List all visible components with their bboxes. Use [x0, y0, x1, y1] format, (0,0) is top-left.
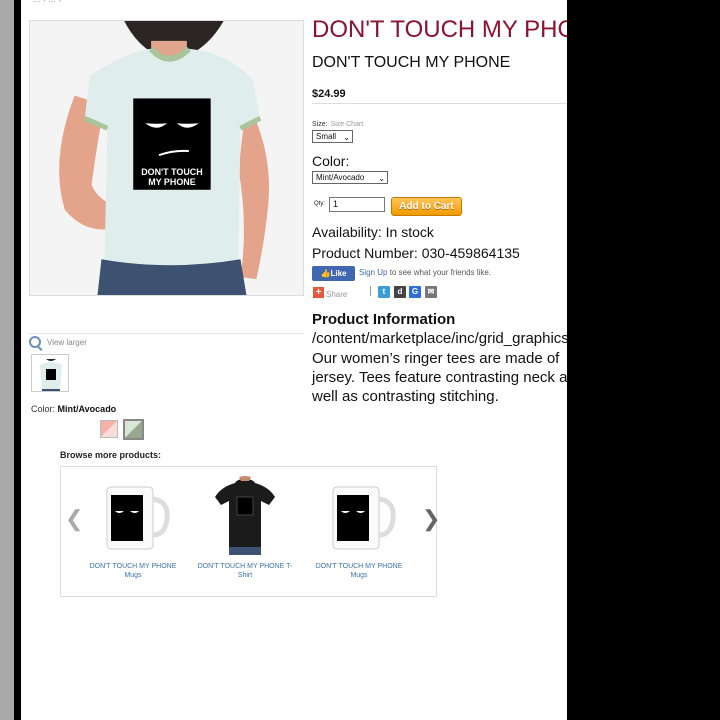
carousel-item[interactable]: DON'T TOUCH MY PHONE Mugs — [83, 475, 183, 580]
mug-image — [106, 486, 170, 550]
qty-label: Qty: — [314, 201, 326, 207]
color-name: Mint/Avocado — [57, 404, 117, 414]
browse-title: Browse more products: — [60, 450, 162, 460]
shirt-print-line2: MY PHONE — [148, 177, 195, 187]
carousel-item[interactable]: DON'T TOUCH MY PHONE Mugs — [309, 475, 409, 580]
chevron-down-icon: ⌄ — [343, 133, 350, 142]
like-label: Like — [330, 269, 347, 278]
left-gutter — [0, 0, 14, 720]
image-divider — [29, 333, 304, 334]
browse-carousel: ❮ DON'T TOUCH MY PHONE Mugs DON'T TOUCH … — [60, 466, 440, 597]
size-label-row: Size: Size Chart — [312, 121, 363, 128]
mug-image — [332, 486, 396, 550]
size-chart-link[interactable]: Size Chart — [331, 121, 364, 128]
shirt-print-line1: DON'T TOUCH — [141, 167, 202, 177]
size-select[interactable]: Small ⌄ — [312, 130, 353, 143]
share-separator — [370, 286, 371, 296]
availability-text: Availability: In stock — [312, 224, 434, 240]
selected-color-line: Color: Mint/Avocado — [31, 404, 116, 414]
price-divider — [312, 103, 567, 104]
product-subtitle: DON'T TOUCH MY PHONE — [312, 54, 511, 71]
left-edge — [14, 0, 21, 720]
thumbs-up-icon: 👍 — [320, 269, 331, 278]
carousel-next-arrow-icon[interactable]: ❯ — [422, 508, 440, 530]
right-black-overlay — [567, 0, 720, 720]
shirt-photo: DON'T TOUCH MY PHONE — [30, 21, 303, 295]
facebook-signup-text: Sign Up to see what your friends like. — [359, 268, 491, 277]
email-icon[interactable]: ✉ — [425, 286, 437, 298]
facebook-like-button[interactable]: 👍Like — [312, 266, 355, 281]
thumbnail-photo — [32, 355, 68, 391]
product-title: DON'T TOUCH MY PHONE T-Shirt — [312, 16, 567, 43]
thumbnail-image[interactable] — [31, 354, 69, 392]
breadcrumb[interactable]: ... › ... › — [33, 0, 62, 4]
product-number: Product Number: 030-459864135 — [312, 245, 520, 261]
qty-input[interactable]: 1 — [329, 197, 385, 212]
size-select-value: Small — [316, 132, 337, 141]
product-info-description: Our women’s ringer tees are made of jers… — [312, 350, 567, 405]
swatch-mint-avocado[interactable] — [123, 419, 144, 440]
digg-icon[interactable]: d — [394, 286, 406, 298]
size-label: Size: — [312, 121, 328, 128]
product-image[interactable]: DON'T TOUCH MY PHONE — [29, 20, 304, 296]
view-larger-label: View larger — [47, 337, 87, 347]
product-price: $24.99 — [312, 88, 346, 100]
swatch-pink[interactable] — [100, 420, 118, 438]
view-larger-link[interactable]: View larger — [29, 336, 87, 348]
facebook-signup-link[interactable]: Sign Up — [359, 268, 387, 277]
product-info-path: /content/marketplace/inc/grid_graphics — [312, 330, 567, 347]
zoom-icon — [29, 336, 41, 348]
color-prefix: Color: — [31, 404, 58, 414]
facebook-signup-rest: to see what your friends like. — [387, 268, 492, 277]
twitter-icon[interactable]: t — [378, 286, 390, 298]
add-to-cart-button[interactable]: Add to Cart — [391, 197, 462, 216]
share-label[interactable]: Share — [326, 290, 347, 299]
carousel-caption: DON'T TOUCH MY PHONE T-Shirt — [197, 563, 293, 579]
carousel-caption: DON'T TOUCH MY PHONE Mugs — [315, 563, 403, 579]
product-page: ... › ... › DON'T TOUCH MY PHONE — [21, 0, 567, 720]
google-icon[interactable]: G — [409, 286, 421, 298]
color-select-value: Mint/Avocado — [316, 173, 365, 182]
product-info-title: Product Information — [312, 311, 456, 328]
color-label: Color: — [312, 153, 350, 169]
share-plus-icon[interactable]: + — [313, 287, 324, 298]
carousel-caption: DON'T TOUCH MY PHONE Mugs — [89, 563, 177, 579]
carousel-item[interactable]: DON'T TOUCH MY PHONE T-Shirt — [195, 475, 295, 580]
chevron-down-icon: ⌄ — [378, 174, 385, 183]
tshirt-image — [215, 476, 275, 555]
carousel-prev-arrow-icon[interactable]: ❮ — [65, 508, 83, 530]
color-select[interactable]: Mint/Avocado ⌄ — [312, 171, 388, 184]
